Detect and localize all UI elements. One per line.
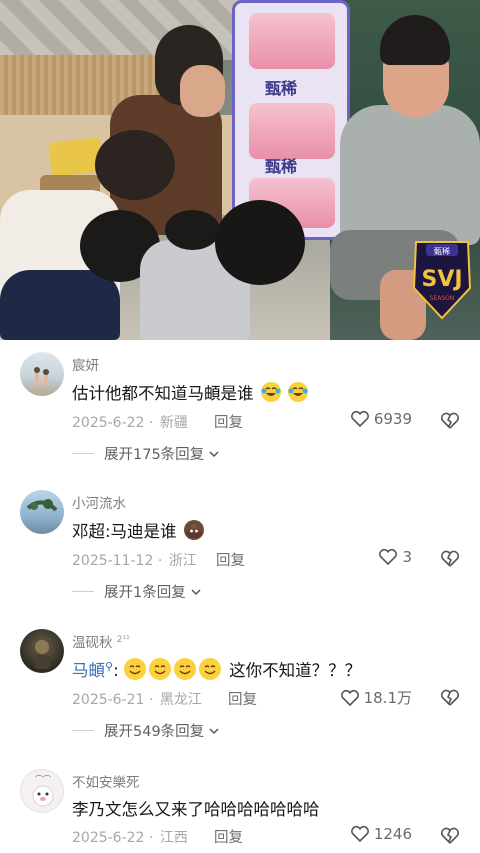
comment-meta: 2025-6-21 · 黑龙江 [72, 692, 202, 708]
heart-icon [379, 548, 398, 566]
poop-emoji [183, 520, 204, 540]
username[interactable]: 宸妍 [72, 354, 99, 374]
expand-replies-button[interactable]: 展开175条回复 [72, 443, 221, 464]
comment-location: 浙江 [168, 553, 197, 569]
divider-line [72, 453, 94, 454]
username[interactable]: 温砚秋 2¹¹ [72, 631, 130, 651]
like-button[interactable]: 3 [378, 548, 412, 566]
broken-heart-icon[interactable] [440, 688, 460, 708]
reply-button[interactable]: 回复 [228, 688, 257, 709]
banner-brand: 甄稀 [265, 79, 298, 98]
svg-text:⌒⌒: ⌒⌒ [35, 775, 51, 784]
svg-text:SVJ: SVJ [421, 267, 462, 292]
expand-replies-button[interactable]: 展开1条回复 [72, 581, 203, 602]
smile-emoji [148, 658, 171, 680]
comment-meta: 2025-11-12 · 浙江 [72, 553, 197, 569]
avatar[interactable]: ⌒⌒ [20, 769, 64, 813]
broken-heart-icon[interactable] [440, 826, 460, 846]
broken-heart-icon[interactable] [440, 549, 460, 569]
comment-text: 邓超:马迪是谁 [72, 518, 204, 542]
divider-line [72, 591, 94, 592]
search-icon[interactable]: ⚲ [105, 660, 113, 673]
like-button[interactable]: 1246 [350, 825, 412, 843]
comment-date: 2025-6-21 [72, 692, 145, 708]
heart-icon [340, 689, 359, 706]
expand-replies-button[interactable]: 展开549条回复 [72, 720, 221, 741]
comment-location: 黑龙江 [159, 692, 202, 708]
comment-date: 2025-6-22 [72, 415, 145, 431]
smile-emoji [198, 658, 221, 680]
avatar[interactable] [20, 352, 64, 396]
svg-text:SEASON: SEASON [430, 295, 455, 302]
video-frame[interactable]: 甄稀 甄稀 甄稀 SVJ SEASON [0, 0, 480, 340]
like-count: 18.1万 [363, 689, 412, 707]
comment-text: 李乃文怎么又来了哈哈哈哈哈哈哈 [72, 800, 320, 819]
comment-date: 2025-11-12 [72, 553, 154, 569]
mention-link[interactable]: 马頔 [72, 661, 105, 680]
reply-button[interactable]: 回复 [214, 411, 243, 432]
comment-meta: 2025-6-22 · 新疆 [72, 415, 188, 431]
chevron-down-icon [209, 727, 219, 734]
avatar[interactable] [20, 490, 64, 534]
comment-text: 马頔⚲: 这你不知道？？？ [72, 658, 362, 680]
reply-button[interactable]: 回复 [214, 826, 243, 847]
user-level-badge: 2¹¹ [116, 635, 130, 645]
comment-location: 新疆 [159, 415, 188, 431]
smile-emoji [173, 658, 196, 680]
like-count: 6939 [373, 410, 412, 428]
username[interactable]: 小河流水 [72, 492, 126, 512]
reply-button[interactable]: 回复 [216, 549, 245, 570]
comment-location: 江西 [159, 830, 188, 846]
show-logo-badge: 甄稀 SVJ SEASON [412, 241, 472, 320]
crying-laughing-emoji [260, 382, 281, 402]
like-count: 3 [402, 548, 412, 566]
smile-emoji [123, 658, 146, 680]
svg-text:甄稀: 甄稀 [434, 246, 450, 256]
like-button[interactable]: 6939 [350, 410, 412, 428]
divider-line [72, 730, 94, 731]
comment-text: 估计他都不知道马頔是谁 [72, 380, 308, 404]
comment-date: 2025-6-22 [72, 830, 145, 846]
crouching-group [0, 130, 330, 340]
crying-laughing-emoji [288, 382, 308, 402]
broken-heart-icon[interactable] [440, 411, 460, 431]
comment-meta: 2025-6-22 · 江西 [72, 830, 188, 846]
heart-icon [350, 825, 369, 843]
heart-icon [350, 410, 369, 428]
chevron-down-icon [191, 588, 201, 595]
like-count: 1246 [373, 825, 412, 843]
username[interactable]: 不如安樂死 [72, 771, 140, 791]
chevron-down-icon [209, 450, 219, 457]
like-button[interactable]: 18.1万 [340, 687, 412, 708]
comment-list: 宸妍 估计他都不知道马頔是谁 2025-6-22 · 新疆 回复 6939 展开… [0, 340, 480, 853]
avatar[interactable] [20, 629, 64, 673]
